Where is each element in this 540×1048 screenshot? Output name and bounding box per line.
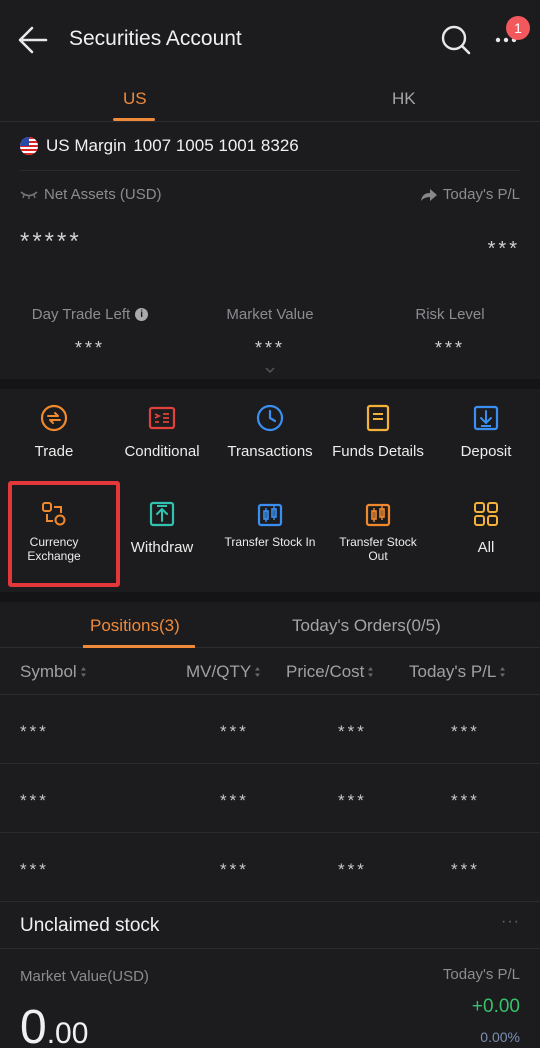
column-symbol[interactable]: Symbol — [20, 662, 87, 682]
net-assets-value: ***** — [20, 228, 82, 255]
clock-icon — [256, 404, 284, 432]
stat-day-trade-left: Day Trade Left i *** — [0, 306, 180, 359]
unclaimed-pl-value: +0.00 — [471, 996, 520, 1017]
all-button[interactable]: All — [432, 499, 540, 556]
grid-icon — [474, 502, 498, 526]
market-tabs: US HK — [0, 80, 540, 122]
unclaimed-more-button[interactable]: ··· — [501, 913, 520, 931]
net-assets-label[interactable]: Net Assets (USD) — [20, 186, 162, 203]
tab-todays-orders[interactable]: Today's Orders(0/5) — [292, 616, 441, 636]
trade-button[interactable]: Trade — [0, 403, 108, 460]
back-button[interactable] — [16, 22, 50, 58]
top-bar: Securities Account 1 — [0, 0, 540, 80]
market-value-amount: 0.00 — [20, 1001, 89, 1048]
funds-details-button[interactable]: Funds Details — [324, 403, 432, 460]
withdraw-button[interactable]: Withdraw — [108, 499, 216, 556]
transfer-stock-in-button[interactable]: Transfer Stock In — [216, 499, 324, 549]
divider — [20, 170, 520, 171]
deposit-button[interactable]: Deposit — [432, 403, 540, 460]
sort-icon — [500, 667, 506, 677]
column-price-cost[interactable]: Price/Cost — [286, 662, 374, 682]
account-selector[interactable]: US Margin 1007 1005 1001 8326 — [20, 135, 299, 157]
tab-indicator — [113, 118, 155, 121]
arrow-left-icon — [18, 26, 48, 54]
chevron-down-icon[interactable] — [262, 365, 278, 375]
sort-icon — [80, 667, 86, 677]
transactions-button[interactable]: Transactions — [216, 403, 324, 460]
trade-icon — [40, 404, 68, 432]
document-icon — [366, 404, 390, 432]
section-divider — [0, 379, 540, 389]
column-todays-pl[interactable]: Today's P/L — [409, 662, 506, 682]
search-icon — [441, 25, 471, 55]
stat-market-value: Market Value *** — [226, 306, 314, 358]
us-flag-icon — [20, 137, 38, 155]
account-name: US Margin — [46, 136, 127, 155]
tab-positions[interactable]: Positions(3) — [90, 616, 180, 636]
table-row[interactable]: *** *** *** *** — [0, 764, 540, 833]
info-icon[interactable]: i — [135, 308, 149, 321]
table-row[interactable]: *** *** *** *** — [0, 695, 540, 764]
tab-hk[interactable]: HK — [392, 89, 416, 109]
stat-risk-level: Risk Level *** — [415, 306, 485, 358]
unclaimed-pl-label: Today's P/L — [442, 966, 520, 983]
share-arrow-icon — [420, 188, 437, 201]
todays-pl-value: *** — [487, 238, 520, 260]
transfer-in-icon — [257, 503, 283, 527]
unclaimed-pl-percent: 0.00% — [480, 1029, 520, 1045]
positions-tabs: Positions(3) Today's Orders(0/5) — [0, 602, 540, 648]
deposit-icon — [473, 405, 499, 431]
tab-indicator — [83, 645, 195, 648]
todays-pl-label[interactable]: Today's P/L — [420, 186, 520, 203]
divider — [0, 948, 540, 949]
sort-icon — [368, 667, 374, 677]
transfer-out-icon — [365, 503, 391, 527]
withdraw-icon — [149, 501, 175, 527]
sort-icon — [255, 667, 261, 677]
notification-badge: 1 — [506, 16, 530, 40]
section-divider — [0, 592, 540, 602]
account-number: 1007 1005 1001 8326 — [133, 136, 299, 155]
transfer-stock-out-button[interactable]: Transfer Stock Out — [324, 499, 432, 563]
page-title: Securities Account — [69, 27, 242, 50]
eye-closed-icon — [20, 190, 38, 199]
highlight-box — [8, 481, 120, 587]
tab-us[interactable]: US — [123, 89, 147, 109]
market-value-label: Market Value(USD) — [20, 968, 149, 985]
conditional-icon — [148, 406, 176, 430]
table-row[interactable]: *** *** *** *** — [0, 833, 540, 902]
conditional-button[interactable]: Conditional — [108, 403, 216, 460]
column-mv-qty[interactable]: MV/QTY — [186, 662, 261, 682]
search-button[interactable] — [440, 24, 472, 56]
unclaimed-stock-title: Unclaimed stock — [20, 915, 160, 936]
